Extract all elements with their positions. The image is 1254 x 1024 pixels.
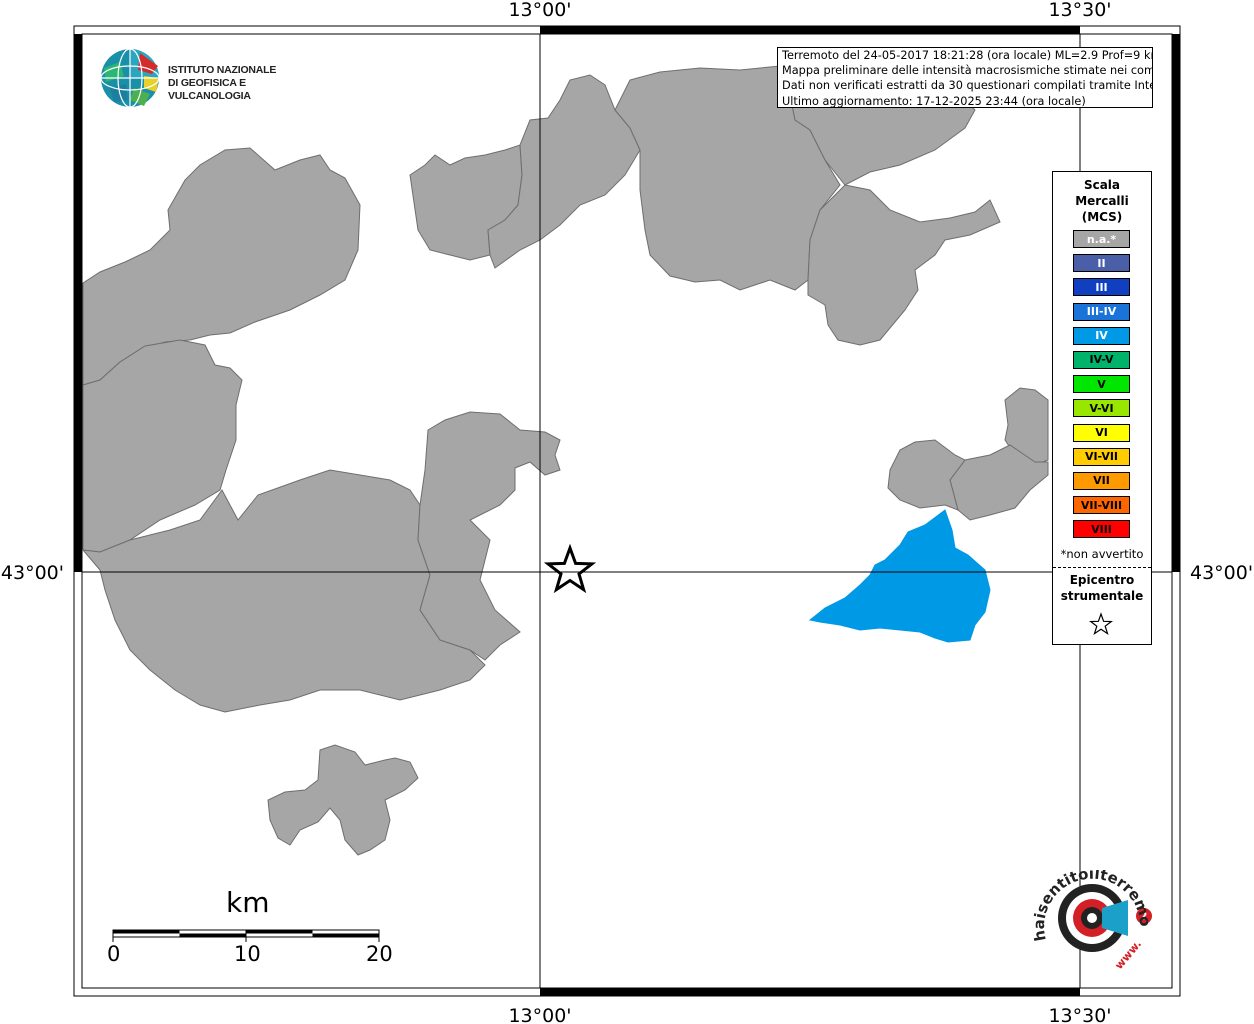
lat-label-right: 43°00' [1190,562,1253,584]
event-info-box: Terremoto del 24-05-2017 18:21:28 (ora l… [777,47,1153,108]
legend-item: V [1073,375,1130,394]
event-info-line: Ultimo aggiornamento: 17-12-2025 23:44 (… [782,94,1086,108]
legend-title: Scala Mercalli (MCS) [1053,177,1151,225]
frame-segment-top [540,26,1080,34]
legend-item: VI-VII [1073,447,1130,466]
lon-label-bottom-right: 13°30' [1048,1005,1111,1024]
scale-bar: km 0 10 20 [100,880,400,980]
legend-items: n.a.* II III III-IV IV IV-V V V-VI VI VI-VII VII VI… [1073,230,1130,544]
scale-tick-label: 20 [366,942,393,966]
municipality-area [267,744,419,856]
ingv-name-line1: ISTITUTO NAZIONALE [168,64,277,76]
municipality-intensity-iv [808,509,991,643]
ingv-name: ISTITUTO NAZIONALE DI GEOFISICA E VULCAN… [168,64,320,103]
legend-star-icon [1089,612,1113,636]
municipality-area [887,439,966,511]
legend-item: II [1073,254,1130,273]
epicenter-star-icon [543,543,597,594]
event-info-line: Mappa preliminare delle intensità macros… [782,64,1153,78]
legend-item: III [1073,278,1130,297]
legend-item: IV [1073,326,1130,345]
legend-title-line: Mercalli [1075,194,1129,208]
municipality-area [417,411,561,661]
municipality-area [82,147,361,386]
lon-label-top-left: 13°00' [508,0,571,21]
lon-label-bottom-left: 13°00' [508,1005,571,1024]
legend-divider [1053,567,1151,568]
hst-logo-url: www. [1112,938,1144,972]
legend-item: VII-VIII [1073,496,1130,515]
legend-note: *non avvertito [1060,547,1144,561]
ingv-logo: ISTITUTO NAZIONALE DI GEOFISICA E VULCAN… [100,48,320,110]
intensity-legend: Scala Mercalli (MCS) n.a.* II III III-IV IV I… [1052,171,1152,645]
legend-item: VII [1073,471,1130,490]
frame-segment-right [1172,34,1180,572]
municipality-area [807,184,1001,346]
legend-item: V-VI [1073,399,1130,418]
event-info-line: Dati non verificati estratti da 30 quest… [782,79,1153,93]
legend-item: IV-V [1073,350,1130,369]
scale-tick-label: 0 [107,942,121,966]
lon-label-top-right: 13°30' [1048,0,1111,21]
legend-item: VIII [1073,520,1130,539]
scale-tick-label: 10 [234,942,261,966]
ingv-name-line2: DI GEOFISICA E VULCANOLOGIA [168,77,251,102]
legend-epicenter-line: strumentale [1060,589,1144,603]
municipalities-not-felt [81,57,1049,856]
legend-title-line: (MCS) [1081,210,1123,224]
hst-logo: ? haisentitoilterremoto.it www. [1023,856,1158,980]
hst-logo-icon: ? haisentitoilterremoto.it www. [1023,856,1154,972]
legend-epicenter-label: Epicentro strumentale [1053,572,1151,604]
legend-title-line: Scala [1083,178,1121,192]
frame-segment-bottom [540,988,1080,996]
legend-item: n.a.* [1073,230,1130,248]
ingv-globe-icon [100,48,160,108]
lat-label-left: 43°00' [1,562,64,584]
event-info-line: Terremoto del 24-05-2017 18:21:28 (ora l… [782,49,1153,62]
frame-segment-left [74,34,82,572]
legend-item: VI [1073,423,1130,442]
legend-epicenter-line: Epicentro [1069,573,1135,587]
legend-item: III-IV [1073,302,1130,321]
